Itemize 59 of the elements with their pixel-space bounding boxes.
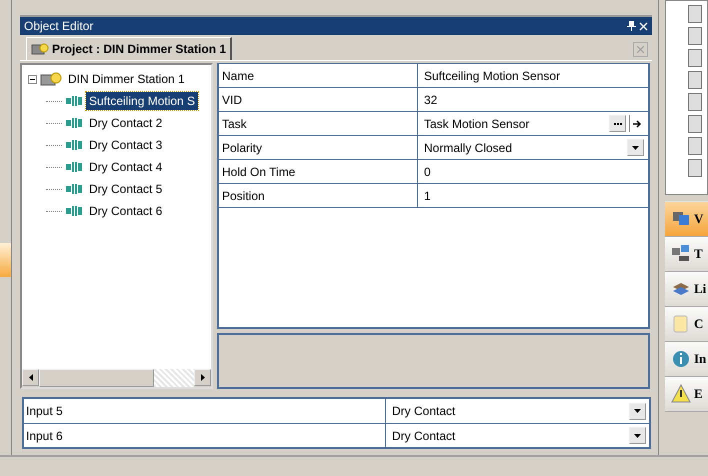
connector-icon bbox=[65, 117, 83, 129]
device-icon bbox=[40, 71, 62, 87]
tree-item[interactable]: Dry Contact 6 bbox=[86, 202, 166, 220]
input-name: Input 5 bbox=[26, 403, 63, 420]
property-name: Name bbox=[222, 68, 254, 84]
close-icon[interactable] bbox=[639, 22, 648, 30]
side-nav-button[interactable]: E bbox=[665, 377, 708, 412]
input-type-value: Dry Contact bbox=[392, 403, 456, 420]
expander-icon[interactable] bbox=[28, 74, 37, 84]
side-nav-button[interactable]: C bbox=[665, 307, 708, 342]
property-value: 0 bbox=[424, 164, 431, 180]
project-icon bbox=[31, 42, 49, 56]
property-value: 32 bbox=[424, 92, 438, 108]
caret-icon bbox=[634, 434, 641, 438]
scroll-left-button[interactable] bbox=[22, 369, 39, 386]
scroll-right-button[interactable] bbox=[194, 369, 211, 386]
go-button[interactable] bbox=[629, 115, 644, 132]
tab[interactable]: Project : DIN Dimmer Station 1 bbox=[26, 37, 232, 60]
close-icon bbox=[637, 46, 644, 53]
tree-item[interactable]: Suftceiling Motion S bbox=[86, 92, 198, 110]
connector-icon bbox=[65, 139, 83, 151]
tree-item[interactable]: Dry Contact 5 bbox=[86, 180, 166, 198]
left-arrow-icon bbox=[28, 374, 32, 381]
right-arrow-icon bbox=[200, 374, 204, 381]
panel-title: Object Editor bbox=[24, 18, 94, 35]
tree-item[interactable]: Dry Contact 4 bbox=[86, 158, 166, 176]
scrollbar-thumb[interactable] bbox=[39, 369, 154, 387]
input-type-value: Dry Contact bbox=[392, 428, 456, 444]
connector-icon bbox=[65, 205, 83, 217]
dropdown-button[interactable] bbox=[629, 427, 646, 444]
connector-icon bbox=[65, 95, 83, 107]
caret-icon bbox=[634, 409, 641, 413]
property-value: 1 bbox=[424, 188, 431, 204]
pin-icon[interactable] bbox=[627, 21, 636, 31]
tree-item[interactable]: Dry Contact 3 bbox=[86, 136, 166, 154]
side-nav-button[interactable]: Li bbox=[665, 272, 708, 307]
side-nav-button[interactable]: V bbox=[665, 202, 708, 237]
property-name: Task bbox=[222, 116, 247, 132]
property-value: Suftceiling Motion Sensor bbox=[424, 68, 560, 84]
tree-item[interactable]: DIN Dimmer Station 1 bbox=[65, 70, 188, 88]
dropdown-button[interactable] bbox=[629, 402, 646, 420]
dropdown-button[interactable] bbox=[627, 139, 644, 156]
property-name: Polarity bbox=[222, 140, 262, 156]
property-name: VID bbox=[222, 92, 242, 108]
side-nav-button[interactable]: T bbox=[665, 237, 708, 272]
side-nav-button[interactable]: In bbox=[665, 342, 708, 377]
info-icon bbox=[671, 349, 691, 369]
property-value: Normally Closed bbox=[424, 140, 512, 156]
property-name: Position bbox=[222, 188, 265, 204]
input-name: Input 6 bbox=[26, 428, 63, 444]
connector-icon bbox=[65, 161, 83, 173]
browse-button[interactable] bbox=[609, 115, 626, 132]
property-value: Task Motion Sensor bbox=[424, 116, 530, 132]
tree-item[interactable]: Dry Contact 2 bbox=[86, 114, 166, 132]
connector-icon bbox=[65, 183, 83, 195]
warning-icon bbox=[671, 384, 691, 404]
caret-icon bbox=[632, 146, 639, 150]
property-name: Hold On Time bbox=[222, 164, 296, 180]
right-arrow-icon bbox=[632, 120, 642, 128]
